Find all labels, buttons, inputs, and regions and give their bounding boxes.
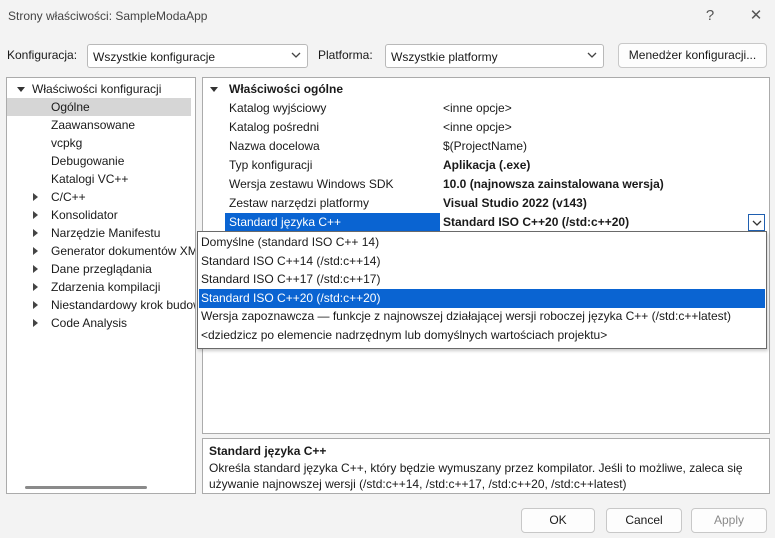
tree-item-label: Generator dokumentów XML (51, 244, 196, 258)
platform-select[interactable]: Wszystkie platformy (385, 44, 604, 68)
tree-item[interactable]: Konsolidator (7, 206, 191, 224)
property-name: Nazwa docelowa (229, 139, 320, 153)
property-row[interactable]: Typ konfiguracji Aplikacja (.exe) (225, 156, 770, 175)
collapsed-icon[interactable] (33, 229, 38, 237)
tree-item[interactable]: Zdarzenia kompilacji (7, 278, 191, 296)
chevron-down-icon (291, 52, 301, 58)
tree-item[interactable]: vcpkg (7, 134, 191, 152)
tree-root[interactable]: Właściwości konfiguracji (7, 80, 195, 98)
tree-item[interactable]: C/C++ (7, 188, 191, 206)
tree-root-label: Właściwości konfiguracji (32, 82, 162, 96)
apply-button[interactable]: Apply (691, 508, 767, 533)
help-button[interactable]: ? (698, 6, 722, 26)
tree-item-label: vcpkg (51, 136, 83, 150)
title-bar: Strony właściwości: SampleModaApp ? ✕ (0, 0, 775, 32)
tree-item[interactable]: Generator dokumentów XML (7, 242, 195, 260)
dropdown-option[interactable]: Standard ISO C++14 (/std:c++14) (199, 252, 765, 271)
tree-item-label: C/C++ (51, 190, 86, 204)
property-name: Katalog wyjściowy (229, 101, 327, 115)
cancel-button[interactable]: Cancel (606, 508, 682, 533)
property-row[interactable]: Wersja zestawu Windows SDK 10.0 (najnowsz… (225, 175, 770, 194)
property-name: Standard języka C++ (225, 213, 440, 232)
tree-item[interactable]: Debugowanie (7, 152, 191, 170)
dropdown-option[interactable]: Standard ISO C++20 (/std:c++20) (199, 288, 765, 308)
tree-item[interactable]: Zaawansowane (7, 116, 191, 134)
tree-item-label: Niestandardowy krok budowania (51, 298, 195, 312)
dropdown-option[interactable]: Wersja zapoznawcza — funkcje z najnowsze… (199, 307, 765, 326)
collapsed-icon[interactable] (33, 301, 38, 309)
platform-select-value: Wszystkie platformy (391, 50, 498, 64)
chevron-down-icon (752, 220, 762, 226)
property-value: <inne opcje> (443, 120, 512, 134)
dropdown-option[interactable]: <dziedzicz po elemencie nadrzędnym lub d… (199, 326, 765, 345)
property-row[interactable]: Zestaw narzędzi platformy Visual Studio 2… (225, 194, 770, 213)
tree-item[interactable]: Katalogi VC++ (7, 170, 191, 188)
tree-panel: Właściwości konfiguracji Ogólne Zaawansow… (6, 77, 196, 494)
collapse-icon (210, 87, 218, 92)
property-value: <inne opcje> (443, 101, 512, 115)
property-value: Visual Studio 2022 (v143) (443, 196, 587, 210)
collapsed-icon[interactable] (33, 211, 38, 219)
property-row[interactable]: Katalog pośredni <inne opcje> (225, 118, 770, 137)
property-row[interactable]: Standard języka C++ Standard ISO C++20 (/… (225, 213, 770, 232)
tree-item-label: Code Analysis (51, 316, 128, 330)
tree-item-label: Ogólne (51, 100, 90, 114)
chevron-down-icon (587, 52, 597, 58)
property-value: Standard ISO C++20 (/std:c++20) (443, 215, 630, 229)
property-value: 10.0 (najnowsza zainstalowana wersja) (443, 177, 664, 191)
tree-item-label: Katalogi VC++ (51, 172, 129, 186)
collapsed-icon[interactable] (33, 283, 38, 291)
tree-item-label: Zaawansowane (51, 118, 136, 132)
property-row[interactable]: Katalog wyjściowy <inne opcje> (225, 99, 770, 118)
property-name: Typ konfiguracji (229, 158, 313, 172)
property-name: Katalog pośredni (229, 120, 320, 134)
tree-item-label: Debugowanie (51, 154, 125, 168)
ok-button[interactable]: OK (521, 508, 595, 533)
tree-item-label: Konsolidator (51, 208, 118, 222)
tree-item[interactable]: Dane przeglądania (7, 260, 191, 278)
collapsed-icon[interactable] (33, 265, 38, 273)
collapsed-icon[interactable] (33, 193, 38, 201)
window-title: Strony właściwości: SampleModaApp (8, 9, 208, 23)
collapsed-icon[interactable] (33, 319, 38, 327)
config-select-value: Wszystkie konfiguracje (93, 50, 216, 64)
tree-item-label: Zdarzenia kompilacji (51, 280, 161, 294)
description-title: Standard języka C++ (209, 444, 327, 458)
tree-item[interactable]: Code Analysis (7, 314, 191, 332)
property-row[interactable]: Nazwa docelowa $(ProjectName) (225, 137, 770, 156)
close-button[interactable]: ✕ (744, 6, 768, 26)
config-select[interactable]: Wszystkie konfiguracje (87, 44, 308, 68)
tree-item[interactable]: Niestandardowy krok budowania (7, 296, 195, 314)
property-value: Aplikacja (.exe) (443, 158, 531, 172)
tree-item-label: Narzędzie Manifestu (51, 226, 161, 240)
config-label: Konfiguracja: (7, 48, 78, 62)
dropdown-button[interactable] (748, 214, 765, 231)
collapsed-icon[interactable] (33, 247, 38, 255)
description-line-2: używanie najnowszej wersji (/std:c++14, … (209, 477, 627, 491)
language-standard-dropdown[interactable]: Domyślne (standard ISO C++ 14) Standard I… (197, 231, 767, 349)
config-manager-button[interactable]: Menedżer konfiguracji... (618, 43, 767, 68)
description-line-1: Określa standard języka C++, który będzi… (209, 461, 743, 475)
property-name: Zestaw narzędzi platformy (229, 196, 370, 210)
dropdown-option[interactable]: Standard ISO C++17 (/std:c++17) (199, 270, 765, 289)
property-name: Wersja zestawu Windows SDK (229, 177, 394, 191)
expanded-icon (17, 87, 25, 92)
section-title: Właściwości ogólne (229, 82, 344, 96)
section-header[interactable]: Właściwości ogólne (203, 80, 769, 99)
description-panel: Standard języka C++ Określa standard jęz… (202, 438, 770, 494)
platform-label: Platforma: (318, 48, 373, 62)
tree-item[interactable]: Narzędzie Manifestu (7, 224, 191, 242)
tree-item-label: Dane przeglądania (51, 262, 152, 276)
tree-item[interactable]: Ogólne (7, 98, 191, 116)
dropdown-option[interactable]: Domyślne (standard ISO C++ 14) (199, 233, 765, 252)
property-value: $(ProjectName) (443, 139, 528, 153)
horizontal-scrollbar[interactable] (25, 486, 147, 489)
